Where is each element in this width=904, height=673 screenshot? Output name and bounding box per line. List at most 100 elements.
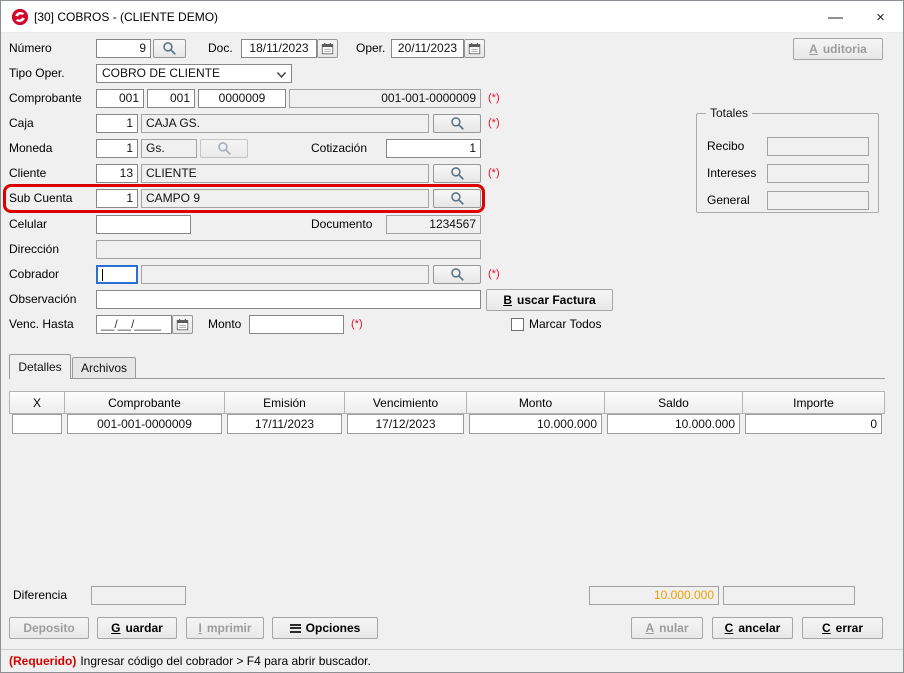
numero-label: Número bbox=[9, 39, 52, 58]
search-icon bbox=[217, 141, 232, 156]
app-logo-icon bbox=[11, 8, 29, 26]
subcuenta-codigo-input[interactable]: 1 bbox=[96, 189, 138, 208]
guardar-button[interactable]: Guardar bbox=[97, 617, 177, 639]
observacion-label: Observación bbox=[9, 290, 76, 309]
monto-label: Monto bbox=[208, 315, 241, 334]
cotizacion-label: Cotización bbox=[311, 139, 367, 158]
observacion-input[interactable] bbox=[96, 290, 481, 309]
close-button[interactable]: × bbox=[858, 1, 903, 33]
comprobante-numero-input[interactable]: 0000009 bbox=[198, 89, 286, 108]
cobros-window: [30] COBROS - (CLIENTE DEMO) — × Número … bbox=[0, 0, 904, 673]
window-title: [30] COBROS - (CLIENTE DEMO) bbox=[34, 1, 218, 33]
text-caret bbox=[102, 269, 103, 281]
table-cell-saldo[interactable]: 10.000.000 bbox=[607, 414, 740, 434]
table-header-x: X bbox=[9, 391, 65, 414]
tab-detalles[interactable]: Detalles bbox=[9, 354, 71, 379]
tipo-oper-select[interactable]: COBRO DE CLIENTE bbox=[96, 64, 292, 83]
doc-date-input[interactable]: 18/11/2023 bbox=[241, 39, 317, 58]
table-header-saldo: Saldo bbox=[604, 391, 743, 414]
cobrador-label: Cobrador bbox=[9, 265, 59, 284]
subcuenta-search-button[interactable] bbox=[433, 189, 481, 208]
diferencia-label: Diferencia bbox=[13, 586, 67, 605]
recibo-label: Recibo bbox=[707, 137, 744, 156]
table-header-emision: Emisión bbox=[224, 391, 345, 414]
calendar-icon bbox=[176, 318, 189, 331]
table-cell-emision[interactable]: 17/11/2023 bbox=[227, 414, 342, 434]
subcuenta-label: Sub Cuenta bbox=[9, 189, 72, 208]
search-icon bbox=[450, 191, 465, 206]
total-highlight-field: 10.000.000 bbox=[589, 586, 719, 605]
opciones-label: Opciones bbox=[306, 621, 361, 635]
table-cell-x[interactable] bbox=[12, 414, 62, 434]
moneda-nombre-field: Gs. bbox=[141, 139, 197, 158]
table-header-importe: Importe bbox=[742, 391, 885, 414]
doc-calendar-button[interactable] bbox=[317, 39, 338, 58]
table-header-comprobante: Comprobante bbox=[64, 391, 225, 414]
numero-search-button[interactable] bbox=[153, 39, 186, 58]
comprobante-completo-field: 001-001-0000009 bbox=[289, 89, 481, 108]
calendar-icon bbox=[321, 42, 334, 55]
search-icon bbox=[450, 116, 465, 131]
minimize-button[interactable]: — bbox=[813, 1, 858, 33]
cobrador-required-marker: (*) bbox=[488, 265, 500, 284]
cobrador-nombre-field bbox=[141, 265, 429, 284]
marcar-todos-checkbox[interactable] bbox=[511, 318, 524, 331]
caja-label: Caja bbox=[9, 114, 34, 133]
comprobante-serie2-input[interactable]: 001 bbox=[147, 89, 195, 108]
cobrador-search-button[interactable] bbox=[433, 265, 481, 284]
oper-label: Oper. bbox=[356, 39, 385, 58]
venc-hasta-label: Venc. Hasta bbox=[9, 315, 74, 334]
documento-field: 1234567 bbox=[386, 215, 481, 234]
caja-search-button[interactable] bbox=[433, 114, 481, 133]
search-icon bbox=[162, 41, 177, 56]
status-required-tag: (Requerido) bbox=[9, 654, 76, 668]
caja-required-marker: (*) bbox=[488, 114, 500, 133]
cotizacion-input[interactable]: 1 bbox=[386, 139, 481, 158]
opciones-button[interactable]: Opciones bbox=[272, 617, 378, 639]
venc-hasta-calendar-button[interactable] bbox=[172, 315, 193, 334]
table-cell-comprobante[interactable]: 001-001-0000009 bbox=[67, 414, 222, 434]
moneda-codigo-input[interactable]: 1 bbox=[96, 139, 138, 158]
cobrador-codigo-input[interactable] bbox=[96, 265, 138, 284]
table-cell-monto[interactable]: 10.000.000 bbox=[469, 414, 602, 434]
deposito-button[interactable]: Deposito bbox=[9, 617, 89, 639]
moneda-label: Moneda bbox=[9, 139, 52, 158]
caja-codigo-input[interactable]: 1 bbox=[96, 114, 138, 133]
chevron-down-icon bbox=[277, 72, 286, 78]
auditoria-button[interactable]: Auditoria bbox=[793, 38, 883, 60]
diferencia-field bbox=[91, 586, 186, 605]
cliente-codigo-input[interactable]: 13 bbox=[96, 164, 138, 183]
cliente-search-button[interactable] bbox=[433, 164, 481, 183]
celular-input[interactable] bbox=[96, 215, 191, 234]
anular-button[interactable]: Anular bbox=[631, 617, 703, 639]
moneda-search-button[interactable] bbox=[200, 139, 248, 158]
buscar-factura-button[interactable]: Buscar Factura bbox=[486, 289, 613, 311]
comprobante-serie1-input[interactable]: 001 bbox=[96, 89, 144, 108]
totales-legend: Totales bbox=[706, 106, 752, 121]
cancelar-button[interactable]: Cancelar bbox=[712, 617, 793, 639]
documento-label: Documento bbox=[311, 215, 372, 234]
general-field bbox=[767, 191, 869, 210]
monto-input[interactable] bbox=[249, 315, 344, 334]
status-message: Ingresar código del cobrador > F4 para a… bbox=[80, 654, 371, 668]
table-header-vencimiento: Vencimiento bbox=[344, 391, 467, 414]
menu-icon bbox=[290, 624, 301, 633]
doc-label: Doc. bbox=[208, 39, 233, 58]
venc-hasta-input[interactable]: __/__/____ bbox=[96, 315, 172, 334]
monto-required-marker: (*) bbox=[351, 315, 363, 334]
tab-archivos[interactable]: Archivos bbox=[72, 357, 136, 378]
table-cell-vencimiento[interactable]: 17/12/2023 bbox=[347, 414, 464, 434]
direccion-label: Dirección bbox=[9, 240, 59, 259]
window-titlebar: [30] COBROS - (CLIENTE DEMO) — × bbox=[1, 1, 903, 33]
marcar-todos-label: Marcar Todos bbox=[529, 315, 601, 334]
subcuenta-nombre-field: CAMPO 9 bbox=[141, 189, 429, 208]
tab-separator-line bbox=[9, 378, 885, 379]
numero-input[interactable]: 9 bbox=[96, 39, 151, 58]
oper-calendar-button[interactable] bbox=[464, 39, 485, 58]
cerrar-button[interactable]: Cerrar bbox=[802, 617, 883, 639]
imprimir-button[interactable]: Imprimir bbox=[186, 617, 264, 639]
cliente-nombre-field: CLIENTE bbox=[141, 164, 429, 183]
oper-date-input[interactable]: 20/11/2023 bbox=[391, 39, 464, 58]
tipo-oper-label: Tipo Oper. bbox=[9, 64, 65, 83]
table-cell-importe[interactable]: 0 bbox=[745, 414, 882, 434]
